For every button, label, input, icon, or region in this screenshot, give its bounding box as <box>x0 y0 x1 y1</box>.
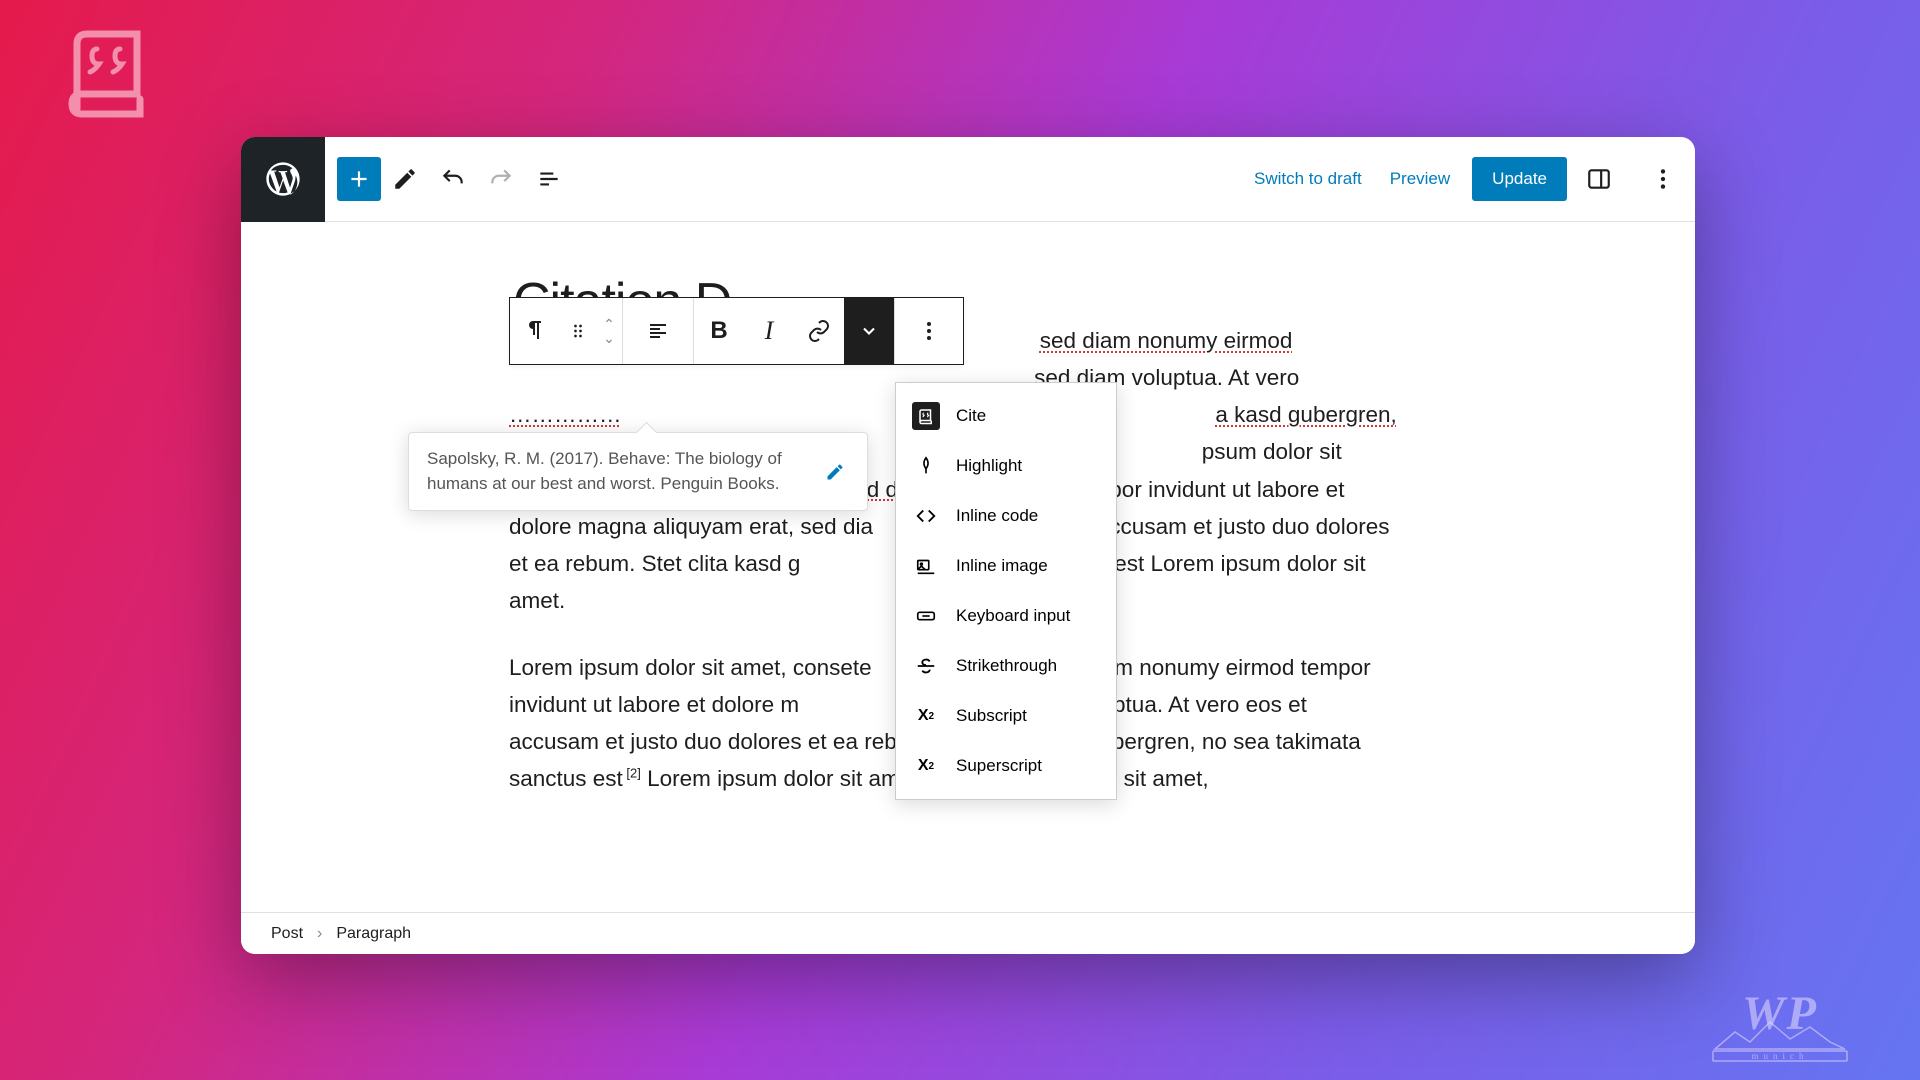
code-icon <box>912 502 940 530</box>
dropdown-inline-code[interactable]: Inline code <box>896 491 1116 541</box>
dropdown-strikethrough[interactable]: Strikethrough <box>896 641 1116 691</box>
dropdown-label: Highlight <box>956 456 1022 476</box>
add-block-button[interactable] <box>337 157 381 201</box>
dropdown-label: Strikethrough <box>956 656 1057 676</box>
subscript-icon: X2 <box>912 702 940 730</box>
update-button[interactable]: Update <box>1472 157 1567 201</box>
align-left-icon[interactable] <box>623 298 693 364</box>
switch-to-draft-link[interactable]: Switch to draft <box>1240 169 1376 189</box>
paragraph-block-icon[interactable] <box>510 298 560 364</box>
citation-popover: Sapolsky, R. M. (2017). Behave: The biol… <box>408 432 868 511</box>
dropdown-cite[interactable]: Cite <box>896 391 1116 441</box>
dropdown-superscript[interactable]: X2 Superscript <box>896 741 1116 791</box>
italic-button[interactable]: I <box>744 298 794 364</box>
wordpress-logo-icon[interactable] <box>241 137 325 222</box>
dropdown-label: Inline image <box>956 556 1048 576</box>
breadcrumb-paragraph[interactable]: Paragraph <box>336 925 411 943</box>
superscript-icon: X2 <box>912 752 940 780</box>
keyboard-icon <box>912 602 940 630</box>
undo-icon[interactable] <box>429 155 477 203</box>
breadcrumb-separator-icon: › <box>317 925 322 943</box>
redo-icon <box>477 155 525 203</box>
edit-citation-icon[interactable] <box>821 458 849 486</box>
dropdown-label: Keyboard input <box>956 606 1070 626</box>
more-formats-chevron-icon[interactable] <box>844 298 894 364</box>
options-menu-icon[interactable] <box>1639 155 1687 203</box>
breadcrumb-bar: Post › Paragraph <box>241 912 1695 954</box>
dropdown-label: Inline code <box>956 506 1038 526</box>
svg-text:WP: WP <box>1742 987 1818 1040</box>
cite-icon <box>912 402 940 430</box>
editor-window: Switch to draft Preview Update Citation … <box>241 137 1695 954</box>
block-toolbar: ⌃⌄ B I <box>509 297 964 365</box>
preview-link[interactable]: Preview <box>1376 169 1464 189</box>
cite-plugin-logo-icon <box>62 24 162 114</box>
dropdown-keyboard-input[interactable]: Keyboard input <box>896 591 1116 641</box>
move-up-down-icon[interactable]: ⌃⌄ <box>596 298 622 364</box>
block-options-icon[interactable] <box>895 298 963 364</box>
edit-tools-icon[interactable] <box>381 155 429 203</box>
citation-text: Sapolsky, R. M. (2017). Behave: The biol… <box>427 447 807 496</box>
content-area: Citation D… Lorem ipsum dolor sit amet [… <box>241 222 1695 931</box>
wp-munich-watermark: WP munich <box>1705 987 1855 1062</box>
link-icon[interactable] <box>794 298 844 364</box>
dropdown-label: Superscript <box>956 756 1042 776</box>
image-icon <box>912 552 940 580</box>
dropdown-label: Cite <box>956 406 986 426</box>
citation-ref-2[interactable]: [2] <box>623 766 641 781</box>
dropdown-label: Subscript <box>956 706 1027 726</box>
strikethrough-icon <box>912 652 940 680</box>
sidebar-toggle-icon[interactable] <box>1575 155 1623 203</box>
dropdown-subscript[interactable]: X2 Subscript <box>896 691 1116 741</box>
svg-text:munich: munich <box>1752 1051 1809 1061</box>
drag-handle-icon[interactable] <box>560 298 596 364</box>
dropdown-inline-image[interactable]: Inline image <box>896 541 1116 591</box>
breadcrumb-post[interactable]: Post <box>271 925 303 943</box>
editor-topbar: Switch to draft Preview Update <box>241 137 1695 222</box>
dropdown-highlight[interactable]: Highlight <box>896 441 1116 491</box>
document-overview-icon[interactable] <box>525 155 573 203</box>
format-dropdown: Cite Highlight Inline code <box>895 382 1117 800</box>
highlight-icon <box>912 452 940 480</box>
bold-button[interactable]: B <box>694 298 744 364</box>
